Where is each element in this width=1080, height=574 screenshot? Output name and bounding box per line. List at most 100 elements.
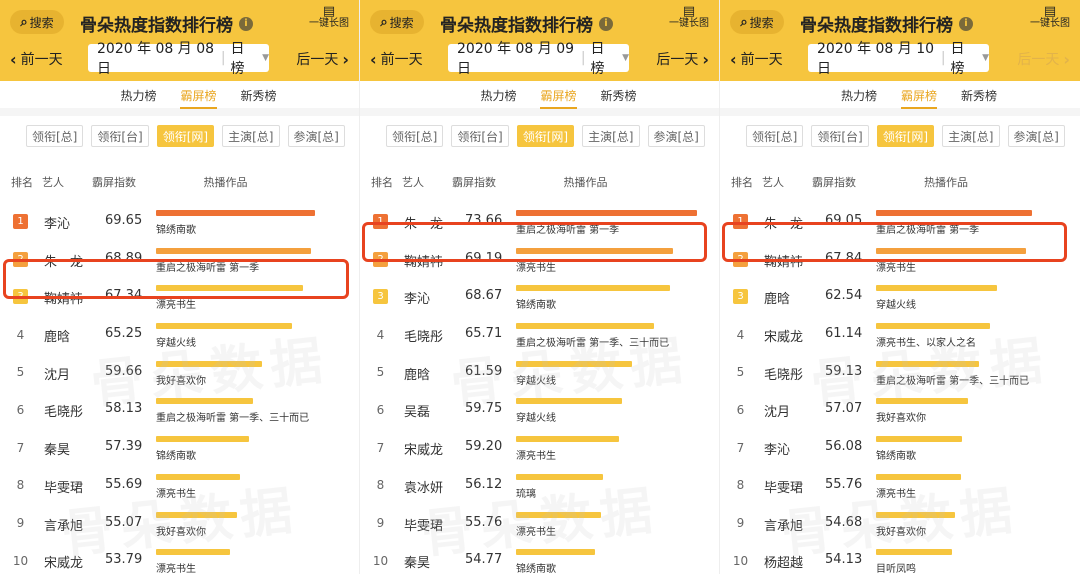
filter-chip-1[interactable]: 领衔[总] bbox=[386, 125, 444, 147]
artist-name[interactable]: 朱一龙 bbox=[404, 213, 443, 232]
artist-name[interactable]: 秦昊 bbox=[404, 552, 430, 571]
table-row[interactable]: 1 朱一龙 69.05 重启之极海听雷 第一季 bbox=[720, 202, 1080, 240]
long-image-button[interactable]: ▤ 一键长图 bbox=[1026, 5, 1074, 30]
artist-name[interactable]: 鹿晗 bbox=[44, 326, 70, 345]
artist-name[interactable]: 言承旭 bbox=[44, 515, 83, 534]
info-icon[interactable]: i bbox=[239, 16, 253, 31]
table-row[interactable]: 8 毕雯珺 55.69 漂亮书生 bbox=[0, 466, 359, 504]
work-title[interactable]: 重启之极海听雷 第一季、三十而已 bbox=[156, 409, 309, 424]
work-title[interactable]: 漂亮书生 bbox=[156, 560, 196, 574]
filter-chip-4[interactable]: 主演[总] bbox=[222, 125, 280, 147]
filter-chip-3[interactable]: 领衔[网] bbox=[156, 125, 215, 147]
artist-name[interactable]: 毕雯珺 bbox=[44, 477, 83, 496]
work-title[interactable]: 漂亮书生 bbox=[516, 447, 556, 462]
filter-chip-2[interactable]: 领衔[台] bbox=[451, 125, 509, 147]
table-row[interactable]: 3 李沁 68.67 锦绣南歌 bbox=[360, 277, 719, 315]
table-row[interactable]: 10 秦昊 54.77 锦绣南歌 bbox=[360, 541, 719, 574]
date-selector[interactable]: 2020 年 08 月 09 日 | 日榜 ▼ bbox=[448, 41, 629, 77]
filter-chip-5[interactable]: 参演[总] bbox=[1007, 125, 1065, 147]
filter-chip-1[interactable]: 领衔[总] bbox=[26, 125, 84, 147]
table-row[interactable]: 3 鹿晗 62.54 穿越火线 bbox=[720, 277, 1080, 315]
artist-name[interactable]: 鹿晗 bbox=[764, 288, 790, 307]
search-button[interactable]: ⌕ 搜索 bbox=[370, 10, 424, 34]
work-title[interactable]: 锦绣南歌 bbox=[516, 296, 556, 311]
tab-1[interactable]: 热力榜 bbox=[841, 87, 877, 104]
work-title[interactable]: 我好喜欢你 bbox=[876, 409, 926, 424]
table-row[interactable]: 4 鹿晗 65.25 穿越火线 bbox=[0, 315, 359, 353]
table-row[interactable]: 1 李沁 69.65 锦绣南歌 bbox=[0, 202, 359, 240]
work-title[interactable]: 锦绣南歌 bbox=[876, 447, 916, 462]
table-row[interactable]: 7 宋威龙 59.20 漂亮书生 bbox=[360, 428, 719, 466]
table-row[interactable]: 5 沈月 59.66 我好喜欢你 bbox=[0, 353, 359, 391]
artist-name[interactable]: 鞠婧祎 bbox=[404, 251, 443, 270]
next-day-button[interactable]: 后一天 › bbox=[296, 49, 349, 69]
search-button[interactable]: ⌕ 搜索 bbox=[10, 10, 64, 34]
artist-name[interactable]: 宋威龙 bbox=[404, 439, 443, 458]
work-title[interactable]: 穿越火线 bbox=[516, 409, 556, 424]
next-day-button[interactable]: 后一天 › bbox=[1017, 49, 1070, 69]
work-title[interactable]: 我好喜欢你 bbox=[876, 523, 926, 538]
tab-3[interactable]: 新秀榜 bbox=[241, 87, 277, 104]
tab-2[interactable]: 霸屏榜 bbox=[180, 87, 217, 109]
prev-day-button[interactable]: ‹ 前一天 bbox=[10, 49, 63, 69]
artist-name[interactable]: 宋威龙 bbox=[764, 326, 803, 345]
work-title[interactable]: 重启之极海听雷 第一季 bbox=[516, 221, 619, 236]
table-row[interactable]: 6 毛晓彤 58.13 重启之极海听雷 第一季、三十而已 bbox=[0, 390, 359, 428]
artist-name[interactable]: 朱一龙 bbox=[764, 213, 803, 232]
info-icon[interactable]: i bbox=[959, 16, 973, 31]
table-row[interactable]: 8 袁冰妍 56.12 琉璃 bbox=[360, 466, 719, 504]
work-title[interactable]: 漂亮书生 bbox=[876, 485, 916, 500]
filter-chip-1[interactable]: 领衔[总] bbox=[746, 125, 804, 147]
long-image-button[interactable]: ▤ 一键长图 bbox=[305, 5, 353, 30]
filter-chip-4[interactable]: 主演[总] bbox=[942, 125, 1000, 147]
table-row[interactable]: 2 鞠婧祎 69.19 漂亮书生 bbox=[360, 240, 719, 278]
work-title[interactable]: 锦绣南歌 bbox=[156, 447, 196, 462]
artist-name[interactable]: 毛晓彤 bbox=[44, 401, 83, 420]
date-selector[interactable]: 2020 年 08 月 10 日 | 日榜 ▼ bbox=[808, 41, 989, 77]
work-title[interactable]: 穿越火线 bbox=[876, 296, 916, 311]
table-row[interactable]: 6 吴磊 59.75 穿越火线 bbox=[360, 390, 719, 428]
table-row[interactable]: 4 毛晓彤 65.71 重启之极海听雷 第一季、三十而已 bbox=[360, 315, 719, 353]
artist-name[interactable]: 李沁 bbox=[404, 288, 430, 307]
work-title[interactable]: 琉璃 bbox=[516, 485, 536, 500]
table-row[interactable]: 6 沈月 57.07 我好喜欢你 bbox=[720, 390, 1080, 428]
artist-name[interactable]: 言承旭 bbox=[764, 515, 803, 534]
filter-chip-3[interactable]: 领衔[网] bbox=[876, 125, 935, 147]
tab-2[interactable]: 霸屏榜 bbox=[540, 87, 577, 109]
table-row[interactable]: 9 言承旭 54.68 我好喜欢你 bbox=[720, 504, 1080, 542]
artist-name[interactable]: 沈月 bbox=[764, 401, 790, 420]
prev-day-button[interactable]: ‹ 前一天 bbox=[730, 49, 783, 69]
table-row[interactable]: 5 鹿晗 61.59 穿越火线 bbox=[360, 353, 719, 391]
artist-name[interactable]: 鞠婧祎 bbox=[764, 251, 803, 270]
artist-name[interactable]: 杨超越 bbox=[764, 552, 803, 571]
search-button[interactable]: ⌕ 搜索 bbox=[730, 10, 784, 34]
work-title[interactable]: 我好喜欢你 bbox=[156, 372, 206, 387]
tab-2[interactable]: 霸屏榜 bbox=[900, 87, 937, 109]
tab-3[interactable]: 新秀榜 bbox=[961, 87, 997, 104]
table-row[interactable]: 10 宋威龙 53.79 漂亮书生 bbox=[0, 541, 359, 574]
date-selector[interactable]: 2020 年 08 月 08 日 | 日榜 ▼ bbox=[88, 41, 269, 77]
work-title[interactable]: 漂亮书生 bbox=[516, 523, 556, 538]
artist-name[interactable]: 沈月 bbox=[44, 364, 70, 383]
artist-name[interactable]: 李沁 bbox=[44, 213, 70, 232]
artist-name[interactable]: 鞠婧祎 bbox=[44, 288, 83, 307]
work-title[interactable]: 锦绣南歌 bbox=[156, 221, 196, 236]
table-row[interactable]: 2 鞠婧祎 67.84 漂亮书生 bbox=[720, 240, 1080, 278]
tab-1[interactable]: 热力榜 bbox=[480, 87, 516, 104]
artist-name[interactable]: 宋威龙 bbox=[44, 552, 83, 571]
work-title[interactable]: 漂亮书生 bbox=[516, 259, 556, 274]
work-title[interactable]: 漂亮书生、以家人之名 bbox=[876, 334, 976, 349]
table-row[interactable]: 8 毕雯珺 55.76 漂亮书生 bbox=[720, 466, 1080, 504]
table-row[interactable]: 5 毛晓彤 59.13 重启之极海听雷 第一季、三十而已 bbox=[720, 353, 1080, 391]
long-image-button[interactable]: ▤ 一键长图 bbox=[665, 5, 713, 30]
artist-name[interactable]: 李沁 bbox=[764, 439, 790, 458]
work-title[interactable]: 重启之极海听雷 第一季、三十而已 bbox=[516, 334, 669, 349]
filter-chip-2[interactable]: 领衔[台] bbox=[91, 125, 149, 147]
filter-chip-3[interactable]: 领衔[网] bbox=[516, 125, 575, 147]
artist-name[interactable]: 袁冰妍 bbox=[404, 477, 443, 496]
work-title[interactable]: 锦绣南歌 bbox=[516, 560, 556, 574]
artist-name[interactable]: 秦昊 bbox=[44, 439, 70, 458]
work-title[interactable]: 我好喜欢你 bbox=[156, 523, 206, 538]
work-title[interactable]: 目听凤鸣 bbox=[876, 560, 916, 574]
work-title[interactable]: 穿越火线 bbox=[156, 334, 196, 349]
